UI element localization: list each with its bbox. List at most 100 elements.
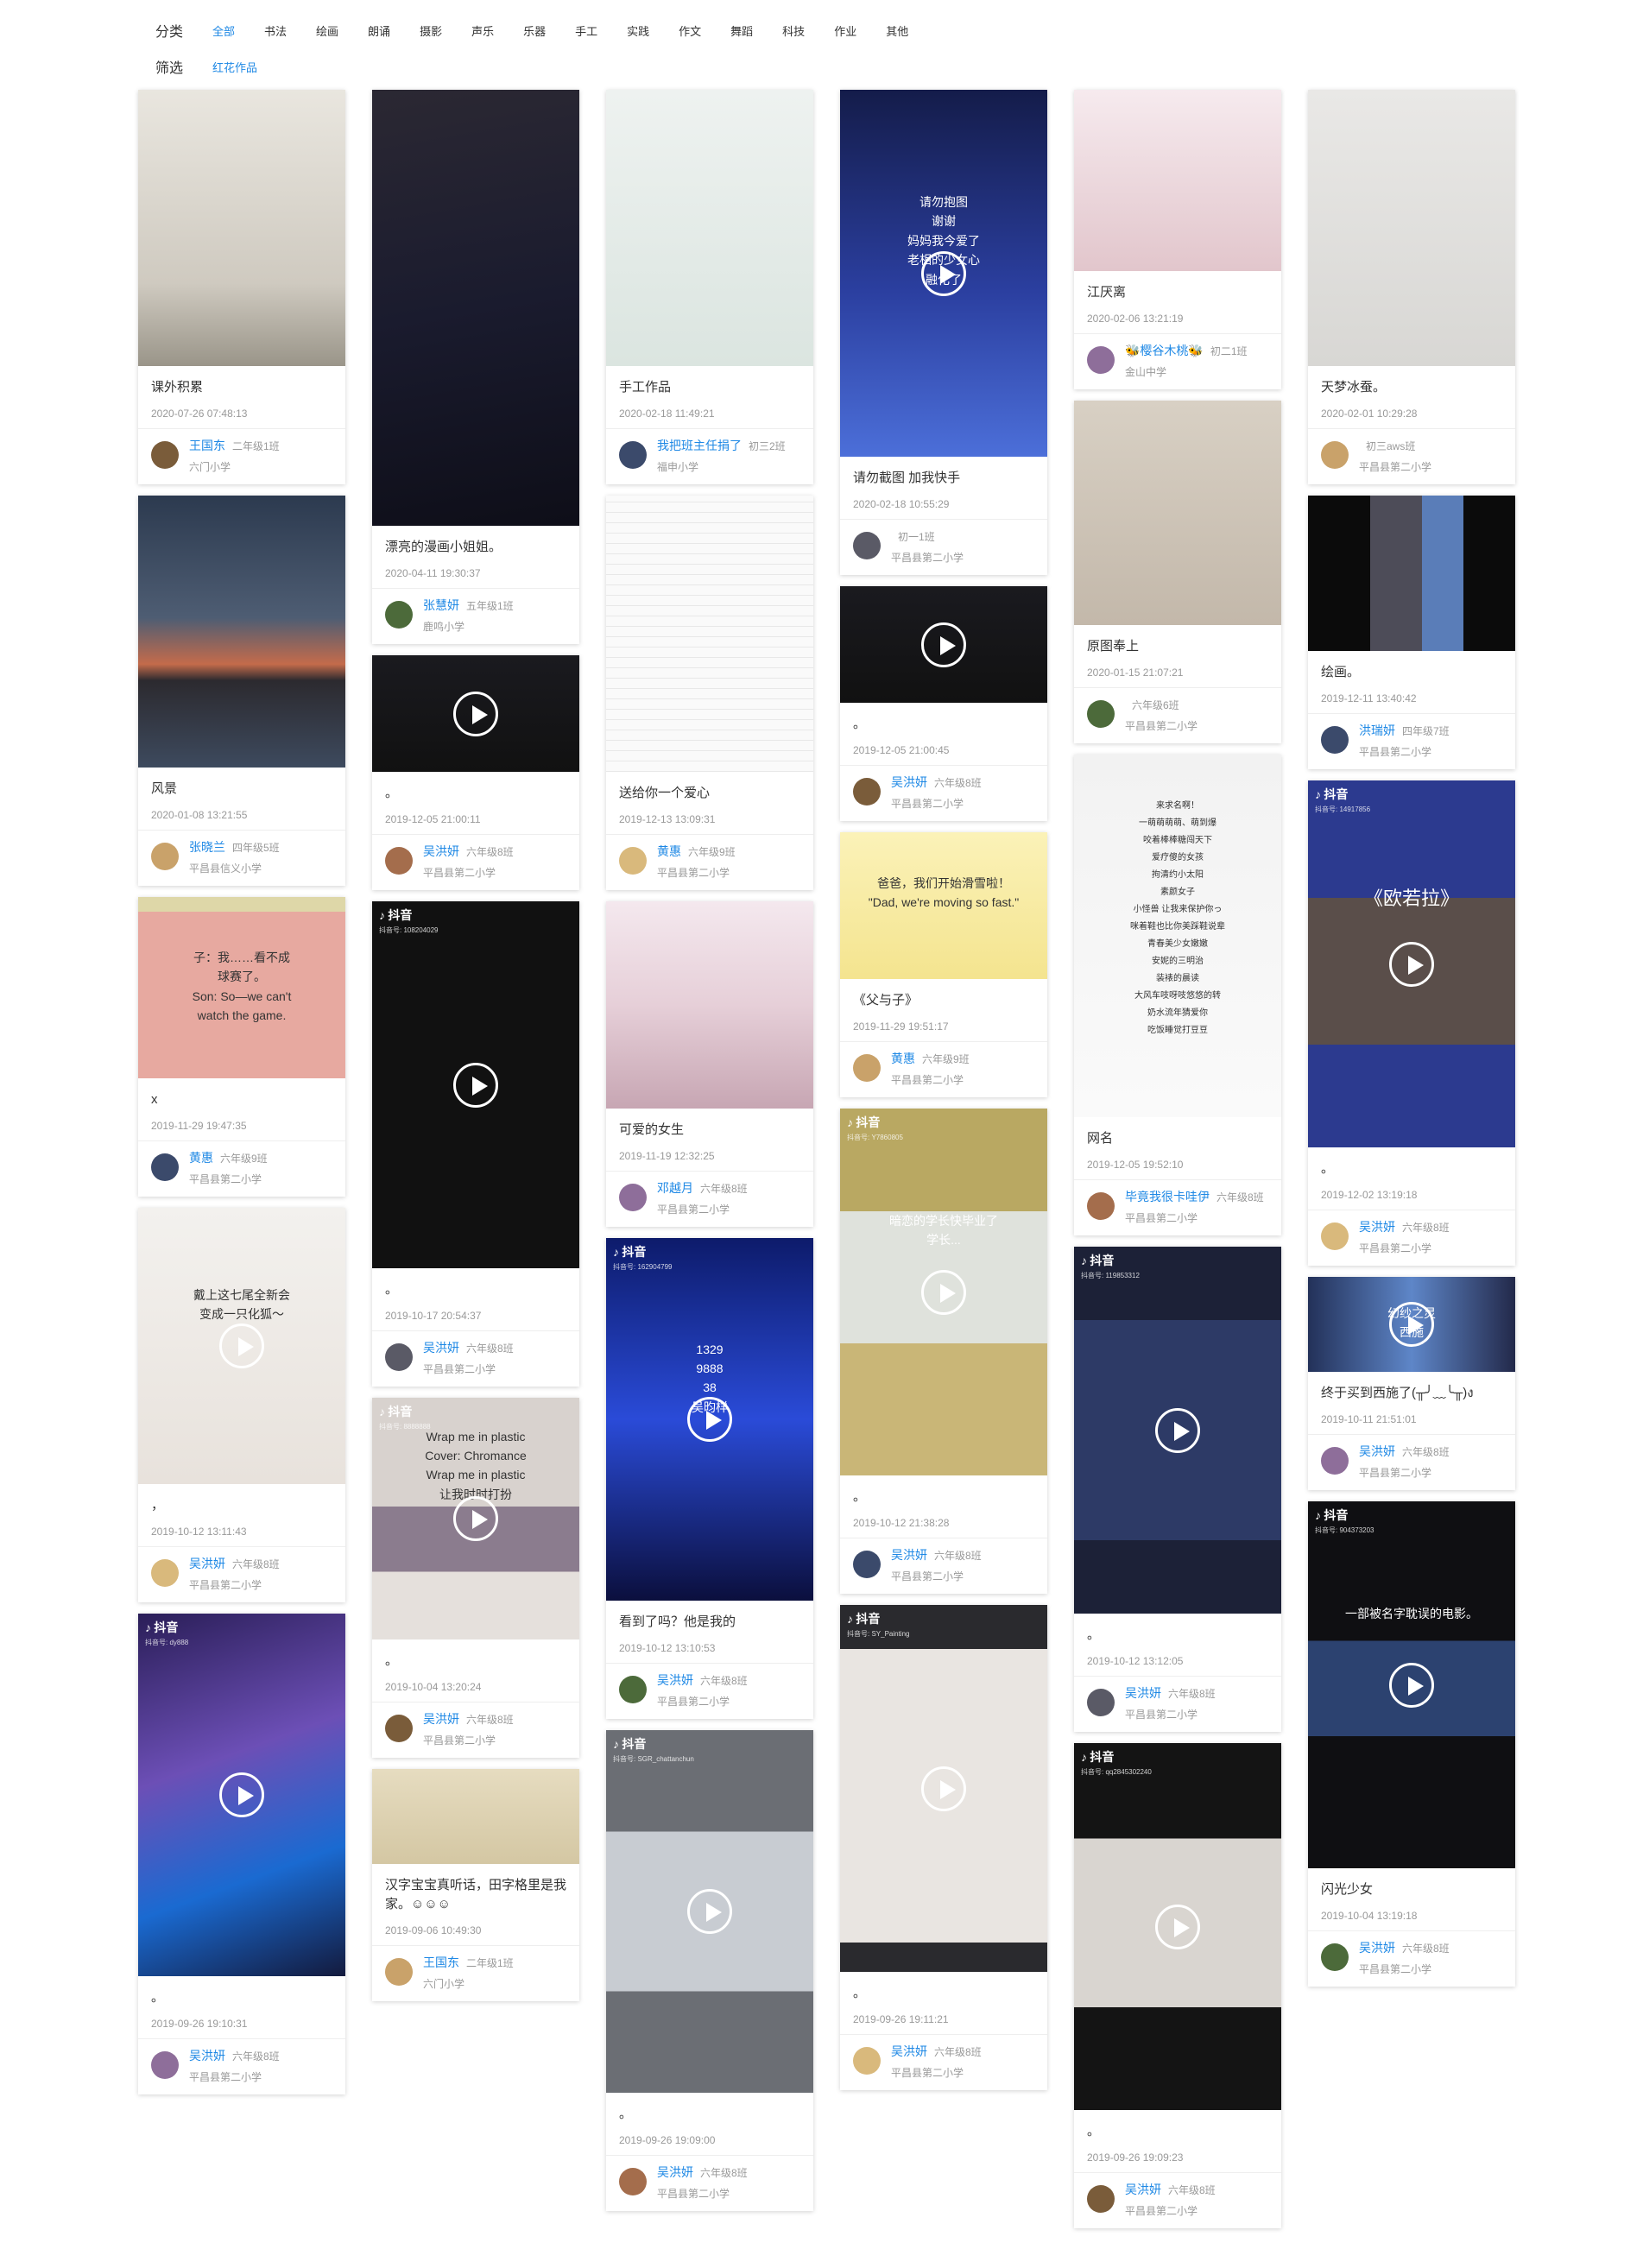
girl-selfie-thumbnail[interactable] [606, 901, 813, 1109]
category-handcraft[interactable]: 手工 [575, 22, 597, 39]
avatar[interactable] [619, 2168, 647, 2195]
author-name[interactable]: 黄惠 [189, 1151, 213, 1165]
avatar[interactable] [151, 2051, 179, 2079]
author-name[interactable]: 黄惠 [891, 1052, 915, 1065]
category-photography[interactable]: 摄影 [420, 22, 442, 39]
play-icon[interactable] [1389, 941, 1434, 987]
wrap-me-in-plastic-thumbnail[interactable]: ♪ 抖音 抖音号: 8888888 Wrap me in plastic Cover:… [372, 1398, 579, 1639]
work-card[interactable]: 绘画。 2019-12-11 13:40:42 洪瑞妍 四年级7班 平昌县第二小学 [1308, 496, 1515, 769]
notebook-photo-thumbnail[interactable] [138, 90, 345, 366]
brown-sketch-thumbnail[interactable]: ♪ 抖音 抖音号: SY_Painting [840, 1605, 1047, 1972]
work-card[interactable]: ♪ 抖音 抖音号: 14917856 《欧若拉》。 2019-12-02 13:19:… [1308, 780, 1515, 1266]
work-card[interactable]: 幻纱之灵 西施 终于买到西施了(╥╯﹏╰╥)ง 2019-10-11 21:51:01… [1308, 1277, 1515, 1490]
work-title[interactable]: 。 [151, 1988, 332, 2007]
father-son-comic-thumbnail[interactable]: 子：我……看不成 球赛了。 Son: So—we can't watch the ga… [138, 897, 345, 1078]
avatar[interactable] [1321, 441, 1349, 469]
work-title[interactable]: 送给你一个爱心 [619, 784, 800, 803]
work-card[interactable]: 子：我……看不成 球赛了。 Son: So—we can't watch the ga… [138, 897, 345, 1197]
filter-red-flower[interactable]: 红花作品 [212, 59, 257, 75]
work-title[interactable]: 。 [1087, 1626, 1268, 1645]
work-title[interactable]: 。 [385, 784, 566, 803]
avatar[interactable] [1321, 1447, 1349, 1475]
work-card[interactable]: 。 2019-12-05 21:00:11 吴洪妍 六年级8班 平昌县第二小学 [372, 655, 579, 890]
building-photo-thumbnail[interactable] [1308, 496, 1515, 651]
play-icon[interactable] [219, 1772, 264, 1817]
author-name[interactable]: 王国东 [423, 1955, 459, 1969]
category-vocal[interactable]: 声乐 [471, 22, 494, 39]
work-card[interactable]: ♪ 抖音 抖音号: 8888888 Wrap me in plastic Cover:… [372, 1398, 579, 1758]
piano-movie-thumbnail[interactable]: ♪ 抖音 抖音号: 904373203 一部被名字耽误的电影。 [1308, 1501, 1515, 1868]
work-card[interactable]: ♪ 抖音 抖音号: Y7860805 暗恋的学长快毕业了 学长...。 2019-10-… [840, 1109, 1047, 1594]
category-calligraphy[interactable]: 书法 [264, 22, 287, 39]
play-icon[interactable] [921, 1766, 966, 1811]
phone-nickname-list-thumbnail[interactable]: 来求名啊！ 一萌萌萌萌、萌到爆 咬着棒棒糖闯天下 爱疗傻的女孩 拘清约小太阳 素颜女子 小怪… [1074, 755, 1281, 1117]
category-dance[interactable]: 舞蹈 [730, 22, 753, 39]
work-card[interactable]: 天梦冰蚕。 2020-02-01 10:29:28 初三aws班 平昌县第二小学 [1308, 90, 1515, 484]
category-painting[interactable]: 绘画 [316, 22, 338, 39]
avatar[interactable] [619, 1676, 647, 1703]
play-icon[interactable] [1155, 1407, 1200, 1453]
play-icon[interactable] [1389, 1302, 1434, 1347]
avatar[interactable] [853, 2047, 881, 2075]
avatar[interactable] [619, 1184, 647, 1211]
avatar[interactable] [151, 441, 179, 469]
work-card[interactable]: ♪ 抖音 抖音号: SGR_chattanchun。 2019-09-26 19:0… [606, 1730, 813, 2211]
play-icon[interactable] [921, 250, 966, 296]
work-title[interactable]: 课外积累 [151, 378, 332, 397]
play-icon[interactable] [1155, 1904, 1200, 1949]
author-name[interactable]: 吴洪妍 [423, 1712, 459, 1726]
avatar[interactable] [1087, 1689, 1115, 1716]
work-card[interactable]: 送给你一个爱心 2019-12-13 13:09:31 黄惠 六年级9班 平昌县第二小学 [606, 496, 813, 890]
avatar[interactable] [151, 1153, 179, 1181]
nine-tail-fox-drawing-thumbnail[interactable]: 戴上这七尾全新会 变成一只化狐～ [138, 1208, 345, 1484]
pencil-girl-sketch-thumbnail[interactable] [1074, 401, 1281, 625]
calligraphy-paper-thumbnail[interactable] [372, 1769, 579, 1864]
purple-hair-anime-girl-thumbnail[interactable]: ♪ 抖音 抖音号: dy888 [138, 1614, 345, 1976]
work-title[interactable]: 天梦冰蚕。 [1321, 378, 1502, 397]
avatar[interactable] [385, 601, 413, 629]
work-card[interactable]: ♪ 抖音 抖音号: 119853312。 2019-10-12 13:12:05 吴洪… [1074, 1247, 1281, 1732]
author-name[interactable]: 吴洪妍 [1125, 2183, 1161, 2196]
work-title[interactable]: 。 [853, 1984, 1034, 2003]
work-card[interactable]: 戴上这七尾全新会 变成一只化狐～ ， 2019-10-12 13:11:43 吴洪妍 六年… [138, 1208, 345, 1602]
avatar[interactable] [1321, 726, 1349, 754]
category-homework[interactable]: 作业 [834, 22, 856, 39]
sunset-sea-photo-thumbnail[interactable] [138, 496, 345, 768]
work-card[interactable]: ♪ 抖音 抖音号: 162904799 1329 9888 38 吴昀样 看到了吗？他是我的… [606, 1238, 813, 1719]
category-technology[interactable]: 科技 [782, 22, 805, 39]
work-title[interactable]: 看到了吗？他是我的 [619, 1613, 800, 1632]
work-title[interactable]: 绘画。 [1321, 663, 1502, 682]
guitar-video-thumbnail[interactable]: ♪ 抖音 抖音号: 14917856 《欧若拉》 [1308, 780, 1515, 1147]
work-card[interactable]: ♪ 抖音 抖音号: dy888。 2019-09-26 19:10:31 吴洪妍 六年级… [138, 1614, 345, 2094]
avatar[interactable] [1087, 700, 1115, 728]
author-name[interactable]: 吴洪妍 [423, 1341, 459, 1355]
dance-game-video-thumbnail[interactable]: ♪ 抖音 抖音号: 119853312 [1074, 1247, 1281, 1614]
xishi-game-thumbnail[interactable]: 幻纱之灵 西施 [1308, 1277, 1515, 1372]
work-title[interactable]: 网名 [1087, 1129, 1268, 1148]
work-card[interactable]: 漂亮的漫画小姐姐。 2020-04-11 19:30:37 张慧妍 五年级1班 鹿鸣小学 [372, 90, 579, 644]
work-card[interactable]: ♪ 抖音 抖音号: qq2845302240。 2019-09-26 19:09:2… [1074, 1743, 1281, 2228]
play-icon[interactable] [921, 622, 966, 667]
graduation-video-thumbnail[interactable]: ♪ 抖音 抖音号: Y7860805 暗恋的学长快毕业了 学长... [840, 1109, 1047, 1475]
work-card[interactable]: 。 2019-12-05 21:00:45 吴洪妍 六年级8班 平昌县第二小学 [840, 586, 1047, 821]
play-icon[interactable] [687, 1397, 732, 1442]
author-name[interactable]: 洪瑞妍 [1359, 723, 1395, 737]
avatar[interactable] [619, 847, 647, 875]
crayon-drawing-thumbnail[interactable] [606, 90, 813, 366]
author-name[interactable]: 吴洪妍 [189, 1557, 225, 1570]
father-son-sled-comic-thumbnail[interactable]: 爸爸，我们开始滑雪啦！ "Dad, we're moving so fast." [840, 832, 1047, 979]
author-name[interactable]: 吴洪妍 [891, 1548, 927, 1562]
author-name[interactable]: 吴洪妍 [657, 1673, 693, 1687]
work-title[interactable]: 手工作品 [619, 378, 800, 397]
avatar[interactable] [1087, 1192, 1115, 1220]
work-title[interactable]: 汉字宝宝真听话，田字格里是我家。☺☺☺ [385, 1876, 566, 1914]
work-title[interactable]: 。 [853, 715, 1034, 734]
play-icon[interactable] [921, 1269, 966, 1315]
avatar[interactable] [385, 1958, 413, 1986]
author-name[interactable]: 吴洪妍 [423, 844, 459, 858]
elf-anime-girl-thumbnail[interactable] [372, 90, 579, 526]
author-name[interactable]: 吴洪妍 [657, 2165, 693, 2179]
play-icon[interactable] [453, 1062, 498, 1108]
play-icon[interactable] [1389, 1662, 1434, 1708]
work-card[interactable]: ♪ 抖音 抖音号: SY_Painting。 2019-09-26 19:11:21… [840, 1605, 1047, 2090]
